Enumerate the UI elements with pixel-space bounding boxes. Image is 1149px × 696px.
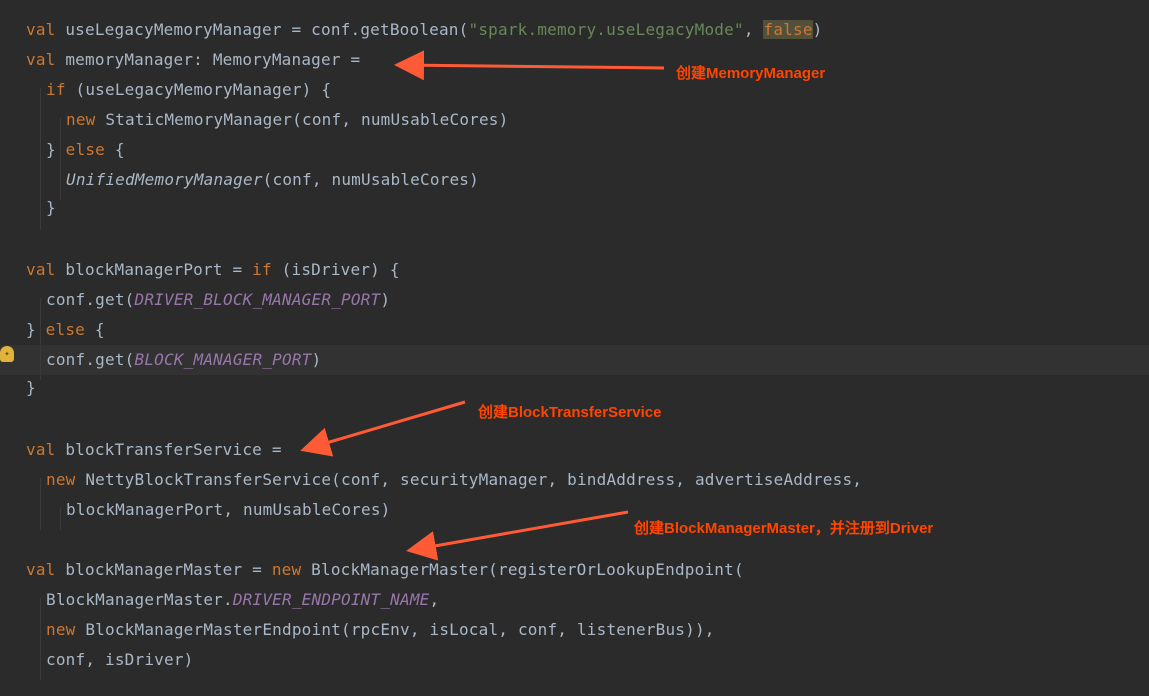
code-token: }	[26, 320, 46, 339]
code-line[interactable]: val blockTransferService =	[0, 435, 1149, 465]
code-token: conf, isDriver)	[46, 650, 194, 669]
code-text: conf, isDriver)	[46, 645, 194, 675]
code-text: UnifiedMemoryManager(conf, numUsableCore…	[66, 165, 479, 195]
indent-guide	[60, 118, 61, 200]
code-token: (conf, numUsableCores)	[262, 170, 479, 189]
code-text: }	[46, 193, 56, 223]
code-token: memoryManager: MemoryManager =	[55, 50, 361, 69]
code-token: if	[252, 260, 272, 279]
code-line[interactable]: new StaticMemoryManager(conf, numUsableC…	[0, 105, 1149, 135]
indent-guide	[40, 478, 41, 530]
code-token: UnifiedMemoryManager	[66, 170, 263, 189]
indent-guide	[40, 598, 41, 680]
code-token: new	[271, 560, 302, 579]
code-token: else	[45, 320, 86, 339]
code-text: new StaticMemoryManager(conf, numUsableC…	[66, 105, 508, 135]
code-token: DRIVER_ENDPOINT_NAME	[232, 590, 430, 609]
code-text: if (useLegacyMemoryManager) {	[46, 75, 331, 105]
code-token: BlockManagerMasterEndpoint(rpcEnv, isLoc…	[75, 620, 715, 639]
code-token: val	[26, 50, 56, 69]
code-token: false	[763, 20, 813, 39]
code-token: val	[26, 20, 56, 39]
code-token: }	[46, 140, 66, 159]
code-token: StaticMemoryManager(conf, numUsableCores…	[95, 110, 509, 129]
code-text: blockManagerPort, numUsableCores)	[66, 495, 390, 525]
code-token: }	[46, 198, 56, 217]
indent-guide	[40, 298, 41, 380]
code-token: )	[812, 20, 823, 39]
annotation-block-transfer-service: 创建BlockTransferService	[478, 404, 662, 421]
code-token: val	[26, 560, 56, 579]
code-token: NettyBlockTransferService(conf, security…	[75, 470, 863, 489]
code-line[interactable]	[0, 225, 1149, 255]
code-text: val blockManagerPort = if (isDriver) {	[26, 255, 400, 285]
code-token: val	[26, 260, 56, 279]
code-token: new	[46, 470, 76, 489]
code-line[interactable]: new BlockManagerMasterEndpoint(rpcEnv, i…	[0, 615, 1149, 645]
code-line[interactable]: } else {	[0, 315, 1149, 345]
code-line[interactable]: BlockManagerMaster.DRIVER_ENDPOINT_NAME,	[0, 585, 1149, 615]
code-token: blockManagerMaster =	[55, 560, 272, 579]
code-token: conf.get(	[46, 350, 135, 369]
code-token: {	[105, 140, 125, 159]
code-line[interactable]: }	[0, 193, 1149, 223]
annotation-block-manager-master: 创建BlockManagerMaster，并注册到Driver	[634, 520, 934, 537]
code-line[interactable]: UnifiedMemoryManager(conf, numUsableCore…	[0, 165, 1149, 195]
code-token: new	[66, 110, 96, 129]
code-token: }	[26, 378, 36, 397]
code-line[interactable]: } else {	[0, 135, 1149, 165]
code-token: conf.get(	[46, 290, 135, 309]
code-token: else	[65, 140, 106, 159]
code-line[interactable]: val useLegacyMemoryManager = conf.getBoo…	[0, 15, 1149, 45]
code-line[interactable]: val blockManagerMaster = new BlockManage…	[0, 555, 1149, 585]
code-token: blockManagerPort, numUsableCores)	[66, 500, 391, 519]
code-token: BlockManagerMaster.	[46, 590, 233, 609]
code-line[interactable]: val blockManagerPort = if (isDriver) {	[0, 255, 1149, 285]
code-editor[interactable]: val useLegacyMemoryManager = conf.getBoo…	[0, 0, 1149, 696]
code-text: conf.get(BLOCK_MANAGER_PORT)	[46, 345, 321, 375]
code-line[interactable]: blockManagerPort, numUsableCores)	[0, 495, 1149, 525]
code-text: new NettyBlockTransferService(conf, secu…	[46, 465, 862, 495]
code-text: val memoryManager: MemoryManager =	[26, 45, 360, 75]
code-token: {	[85, 320, 105, 339]
indent-guide	[40, 88, 41, 230]
code-token: val	[26, 440, 56, 459]
code-line[interactable]: conf.get(BLOCK_MANAGER_PORT)	[0, 345, 1149, 375]
code-line[interactable]: if (useLegacyMemoryManager) {	[0, 75, 1149, 105]
code-token: BlockManagerMaster(registerOrLookupEndpo…	[301, 560, 744, 579]
code-text: conf.get(DRIVER_BLOCK_MANAGER_PORT)	[46, 285, 390, 315]
code-line[interactable]: }	[0, 373, 1149, 403]
annotation-memory-manager: 创建MemoryManager	[676, 65, 826, 82]
code-token: blockManagerPort =	[55, 260, 253, 279]
code-token: DRIVER_BLOCK_MANAGER_PORT	[134, 290, 381, 309]
code-text: val blockTransferService =	[26, 435, 282, 465]
code-token: BLOCK_MANAGER_PORT	[134, 350, 312, 369]
code-token: ,	[429, 590, 440, 609]
code-token: )	[311, 350, 322, 369]
code-token: new	[46, 620, 76, 639]
code-text: BlockManagerMaster.DRIVER_ENDPOINT_NAME,	[46, 585, 439, 615]
code-line[interactable]: new NettyBlockTransferService(conf, secu…	[0, 465, 1149, 495]
code-token: blockTransferService =	[55, 440, 282, 459]
indent-guide	[60, 508, 61, 530]
code-token: "spark.memory.useLegacyMode"	[468, 20, 744, 39]
code-text: new BlockManagerMasterEndpoint(rpcEnv, i…	[46, 615, 715, 645]
code-token: (isDriver) {	[271, 260, 400, 279]
code-line[interactable]	[0, 525, 1149, 555]
code-text: val useLegacyMemoryManager = conf.getBoo…	[26, 15, 823, 45]
code-token: ,	[743, 20, 764, 39]
code-line[interactable]: conf.get(DRIVER_BLOCK_MANAGER_PORT)	[0, 285, 1149, 315]
code-text: val blockManagerMaster = new BlockManage…	[26, 555, 744, 585]
code-text: }	[26, 373, 36, 403]
code-token: )	[380, 290, 391, 309]
code-text: } else {	[26, 315, 105, 345]
lightbulb-icon[interactable]: ✦	[0, 346, 14, 362]
code-token: useLegacyMemoryManager = conf.getBoolean…	[55, 20, 469, 39]
code-text: } else {	[46, 135, 125, 165]
code-token: if	[46, 80, 66, 99]
code-line[interactable]: conf, isDriver)	[0, 645, 1149, 675]
code-token: (useLegacyMemoryManager) {	[65, 80, 332, 99]
code-line[interactable]: val memoryManager: MemoryManager =	[0, 45, 1149, 75]
